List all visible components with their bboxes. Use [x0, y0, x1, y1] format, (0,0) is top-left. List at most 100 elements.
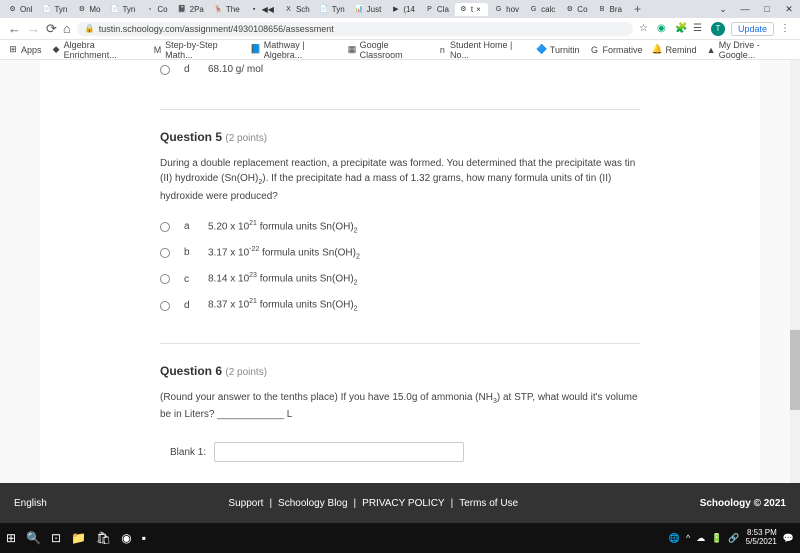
tab-icon: ▪ [250, 5, 259, 14]
footer-language[interactable]: English [14, 498, 47, 509]
star-icon[interactable]: ☆ [639, 23, 651, 35]
option-letter: b [184, 247, 194, 258]
tab-label: Just [367, 5, 382, 14]
readinglist-icon[interactable]: ☰ [693, 23, 705, 35]
update-button[interactable]: Update [731, 22, 774, 36]
tab-label: The [226, 5, 240, 14]
footer-support[interactable]: Support [228, 498, 263, 509]
browser-tab[interactable]: 📊Just [351, 3, 386, 16]
store-icon[interactable]: 🛍 [96, 531, 111, 545]
browser-tab[interactable]: ▶(14 [387, 3, 419, 16]
browser-tab[interactable]: 📄Tyn [316, 3, 349, 16]
tab-icon: 📓 [178, 5, 187, 14]
reload-button[interactable]: ⟳ [46, 21, 57, 37]
tab-label: Tyn [54, 5, 67, 14]
bookmark-apps[interactable]: ⊞Apps [8, 45, 42, 55]
extension-icon[interactable]: ◉ [657, 23, 669, 35]
option-row[interactable]: c 8.14 x 1023 formula units Sn(OH)2 [160, 272, 640, 286]
footer-privacy[interactable]: PRIVACY POLICY [362, 498, 444, 509]
bookmark-icon: ▲ [707, 45, 716, 55]
browser-tab[interactable]: ▪◀◀ [246, 3, 278, 16]
bookmark-icon: M [153, 45, 162, 55]
tab-label: 2Pa [190, 5, 204, 14]
apps-icon: ⊞ [8, 45, 18, 55]
bookmark-item[interactable]: ▲My Drive - Google... [707, 40, 792, 60]
browser-tab[interactable]: BBra [594, 3, 626, 16]
footer-copyright: Schoology © 2021 [700, 498, 786, 509]
footer-blog[interactable]: Schoology Blog [278, 498, 348, 509]
option-row[interactable]: d 8.37 x 1021 formula units Sn(OH)2 [160, 298, 640, 312]
browser-tab[interactable]: Gcalc [525, 3, 559, 16]
windows-start-icon[interactable]: ⊞ [6, 531, 16, 545]
bookmark-item[interactable]: GFormative [590, 45, 643, 55]
task-view-icon[interactable]: ⊡ [51, 531, 61, 545]
chrome-icon[interactable]: ◉ [121, 531, 131, 545]
question-number: Question 5 [160, 130, 222, 144]
maximize-icon[interactable]: □ [756, 0, 778, 18]
taskbar-clock[interactable]: 8:53 PM 5/5/2021 [746, 529, 777, 547]
taskbar: ⊞ 🔍 ⊡ 📁 🛍 ◉ ▪ 🌐 ^ ☁ 🔋 🔗 8:53 PM 5/5/2021… [0, 523, 800, 553]
bookmark-item[interactable]: nStudent Home | No... [438, 40, 527, 60]
back-button[interactable]: ← [8, 21, 21, 36]
file-explorer-icon[interactable]: 📁 [71, 531, 86, 545]
bookmark-item[interactable]: ▦Google Classroom [347, 40, 427, 60]
battery-icon[interactable]: 🔋 [711, 533, 722, 544]
tray-icon[interactable]: 🌐 [669, 533, 680, 544]
search-icon[interactable]: 🔍 [26, 531, 41, 545]
url-bar-row: ← → ⟳ ⌂ 🔒 tustin.schoology.com/assignmen… [0, 18, 800, 40]
tab-label: Onl [20, 5, 32, 14]
network-icon[interactable]: ☁ [696, 533, 705, 544]
bookmark-icon: n [438, 45, 447, 55]
browser-tab[interactable]: ⚙Onl [4, 3, 36, 16]
tab-icon: X [284, 5, 293, 14]
bookmark-item[interactable]: 📘Mathway | Algebra... [251, 40, 338, 60]
tab-label: Bra [610, 5, 622, 14]
browser-tab-active[interactable]: ⚙t× [455, 3, 488, 16]
browser-tab[interactable]: PCla [421, 3, 453, 16]
bookmark-item[interactable]: 🔔Remind [653, 45, 697, 55]
radio-button[interactable] [160, 222, 170, 232]
radio-button[interactable] [160, 301, 170, 311]
radio-button[interactable] [160, 248, 170, 258]
tab-label: Mo [89, 5, 100, 14]
option-row[interactable]: d 68.10 g/ mol [160, 60, 640, 79]
bookmark-item[interactable]: ◆Algebra Enrichment... [52, 40, 143, 60]
option-row[interactable]: b 3.17 x 10-22 formula units Sn(OH)2 [160, 246, 640, 260]
footer: English Support| Schoology Blog| PRIVACY… [0, 483, 800, 523]
app-icon[interactable]: ▪ [142, 531, 146, 545]
scrollbar[interactable] [790, 60, 800, 483]
forward-button[interactable]: → [27, 21, 40, 36]
tab-icon: ▶ [391, 5, 400, 14]
chevron-down-icon[interactable]: ⌄ [712, 0, 734, 18]
footer-terms[interactable]: Terms of Use [459, 498, 518, 509]
browser-tab[interactable]: ▫Co [141, 3, 171, 16]
option-row[interactable]: a 5.20 x 1021 formula units Sn(OH)2 [160, 220, 640, 234]
browser-tab[interactable]: XSch [280, 3, 314, 16]
browser-tab[interactable]: 📓2Pa [174, 3, 208, 16]
close-icon[interactable]: ✕ [778, 0, 800, 18]
menu-icon[interactable]: ⋮ [780, 23, 792, 35]
browser-tab[interactable]: 📄Tyn [106, 3, 139, 16]
scrollbar-thumb[interactable] [790, 330, 800, 410]
browser-tab[interactable]: 🦌The [210, 3, 244, 16]
minimize-icon[interactable]: — [734, 0, 756, 18]
close-icon[interactable]: × [476, 5, 484, 13]
home-button[interactable]: ⌂ [63, 21, 71, 36]
browser-tab[interactable]: 📄Tyn [38, 3, 71, 16]
new-tab-button[interactable]: + [628, 2, 647, 16]
radio-button[interactable] [160, 274, 170, 284]
question-title: Question 6 (2 points) [160, 364, 640, 378]
url-bar[interactable]: 🔒 tustin.schoology.com/assignment/493010… [77, 22, 633, 36]
browser-tab[interactable]: ⚙Co [561, 3, 591, 16]
chevron-up-icon[interactable]: ^ [686, 533, 690, 543]
radio-button[interactable] [160, 65, 170, 75]
browser-tab[interactable]: Ghov [490, 3, 523, 16]
notification-icon[interactable]: 💬 [783, 533, 794, 544]
bookmark-item[interactable]: 🔷Turnitin [537, 45, 580, 55]
blank-input[interactable] [214, 442, 464, 462]
avatar[interactable]: T [711, 22, 725, 36]
browser-tab[interactable]: ⚙Mo [73, 3, 104, 16]
puzzle-icon[interactable]: 🧩 [675, 23, 687, 35]
bookmark-item[interactable]: MStep-by-Step Math... [153, 40, 241, 60]
action-center-icon[interactable]: 🔗 [728, 533, 739, 544]
